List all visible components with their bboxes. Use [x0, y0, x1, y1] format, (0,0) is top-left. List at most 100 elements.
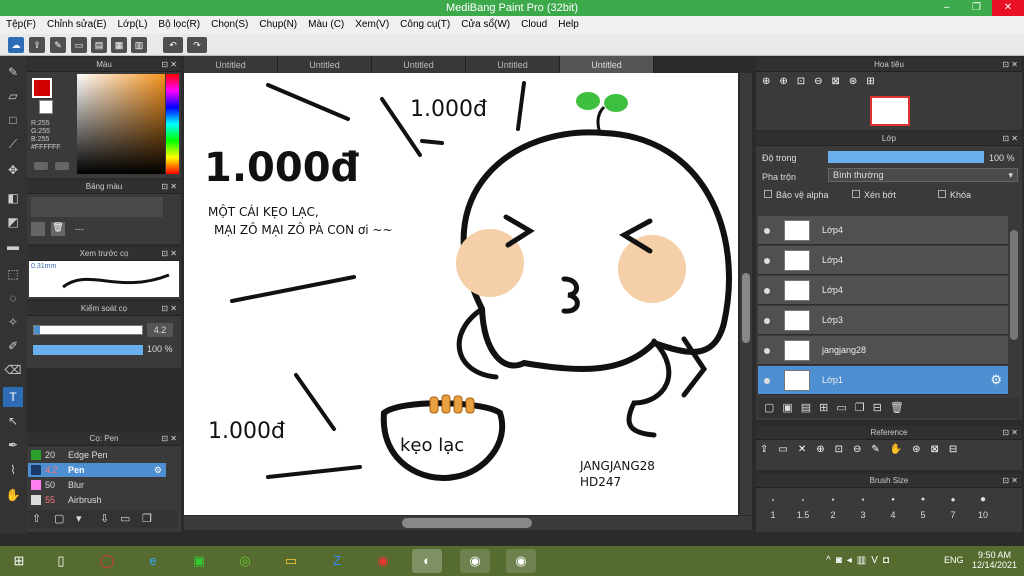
brush-opacity-slider[interactable] [33, 345, 143, 355]
brush-size-cell[interactable]: ● 4 [878, 490, 908, 526]
chrome-icon[interactable]: ◉ [368, 549, 398, 573]
brush-item[interactable]: 55 Airbrush [28, 493, 166, 507]
color-mode-button[interactable] [34, 162, 48, 170]
redo-icon[interactable]: ↷ [187, 37, 207, 53]
select-eraser-icon[interactable]: ⌫ [3, 360, 23, 380]
grid-icon[interactable]: ▦ [111, 37, 127, 53]
drawing-canvas[interactable]: 1.000đ 1.000đ 1.000đ MỘT CÁI KẸO LẠC, MẠ… [184, 73, 738, 515]
clock[interactable]: 9:50 AM 12/14/2021 [972, 550, 1017, 570]
panel-close-icon[interactable]: ⊡ ✕ [1002, 132, 1018, 146]
vertical-scrollbar[interactable] [740, 73, 752, 515]
minimize-button[interactable]: – [944, 0, 950, 16]
panels-icon[interactable]: ▥ [131, 37, 147, 53]
import-brush-icon[interactable]: ⇩ [100, 512, 109, 525]
menu-snap[interactable]: Chụp(N) [259, 16, 297, 34]
brush-item[interactable]: 50 Blur [28, 478, 166, 492]
shape-tool-icon[interactable]: □ [3, 110, 23, 130]
menu-layer[interactable]: Lớp(L) [118, 16, 148, 34]
edge-icon[interactable]: e [138, 549, 168, 573]
navigator-thumbnail[interactable] [870, 96, 910, 126]
chrome-profile-icon[interactable]: ◉ [506, 549, 536, 573]
menu-tools[interactable]: Công cụ(T) [400, 16, 450, 34]
visibility-icon[interactable] [764, 288, 770, 294]
folder-icon[interactable]: ▭ [120, 512, 130, 525]
brush-tool-icon[interactable]: ✎ [3, 62, 23, 82]
tab-untitled[interactable]: Untitled [278, 56, 372, 73]
gear-icon[interactable]: ⚙ [154, 463, 162, 477]
layer-row[interactable]: Lớp3 [758, 306, 1008, 335]
brush-size-cell[interactable]: ● 1.5 [788, 490, 818, 526]
hue-slider[interactable] [166, 74, 179, 174]
brush-size-cell[interactable]: ● 10 [968, 490, 998, 526]
menu-cloud[interactable]: Cloud [521, 16, 547, 34]
brush-size-cell[interactable]: ● 1 [758, 490, 788, 526]
gradient-tool-icon[interactable]: ▬ [3, 236, 23, 256]
tab-untitled[interactable]: Untitled [372, 56, 466, 73]
export-icon[interactable]: ⇪ [29, 37, 45, 53]
panel-close-icon[interactable]: ⊡ ✕ [161, 302, 177, 316]
add-brush-icon[interactable]: ⇧ [32, 512, 41, 525]
layer-actions[interactable]: ▢▣▤⊞▭❐⊟🗑 [758, 398, 1020, 418]
cloud-icon[interactable]: ☁ [8, 37, 24, 53]
brush-size-cell[interactable]: ● 7 [938, 490, 968, 526]
zalo-icon[interactable]: Z [322, 549, 352, 573]
language-indicator[interactable]: ENG [944, 555, 964, 565]
layer-scrollbar[interactable] [1008, 216, 1020, 396]
background-color-swatch[interactable] [39, 100, 53, 114]
visibility-icon[interactable] [764, 258, 770, 264]
brush-item-selected[interactable]: 4.2 Pen ⚙ [28, 463, 166, 477]
visibility-icon[interactable] [764, 348, 770, 354]
system-tray-icons[interactable]: ^◙◂▥V◘ [826, 555, 894, 566]
layer-row[interactable]: Lớp4 [758, 216, 1008, 245]
menu-help[interactable]: Help [558, 16, 579, 34]
menu-view[interactable]: Xem(V) [355, 16, 389, 34]
reference-controls[interactable]: ⇪▭✕⊕⊡⊖✎✋⊛⊠⊟ [760, 444, 1018, 460]
visibility-icon[interactable] [764, 228, 770, 234]
brush-size-cell[interactable]: ● 2 [818, 490, 848, 526]
menu-window[interactable]: Cửa sổ(W) [461, 16, 510, 34]
eyedropper-tool-icon[interactable]: ✒ [3, 435, 23, 455]
layer-opacity-slider[interactable] [828, 151, 984, 163]
windows-start-icon[interactable]: ⊞ [4, 549, 34, 573]
blend-mode-select[interactable]: Bình thường ▾ [828, 168, 1018, 182]
magic-wand-icon[interactable]: ✧ [3, 312, 23, 332]
file-icon[interactable]: ▯ [46, 549, 76, 573]
menu-select[interactable]: Chọn(S) [211, 16, 248, 34]
medibang-icon[interactable]: ◐ [412, 549, 442, 573]
restore-button[interactable]: ❐ [972, 0, 981, 16]
select-pen-icon[interactable]: ✐ [3, 336, 23, 356]
tab-untitled[interactable]: Untitled [466, 56, 560, 73]
eraser-tool-icon[interactable]: ▱ [3, 86, 23, 106]
bucket-tool-icon[interactable]: ◩ [3, 212, 23, 232]
add-palette-icon[interactable] [31, 222, 45, 236]
undo-icon[interactable]: ↶ [163, 37, 183, 53]
brush-size-cell[interactable]: ● 3 [848, 490, 878, 526]
menu-edit[interactable]: Chỉnh sửa(E) [47, 16, 107, 34]
layer-row[interactable]: jangjang28 [758, 336, 1008, 365]
brush-menu-icon[interactable]: ▾ [76, 512, 82, 525]
message-icon[interactable]: ▭ [71, 37, 87, 53]
gear-icon[interactable]: ⚙ [990, 372, 1002, 388]
lock-checkbox[interactable] [938, 190, 946, 198]
horizontal-scrollbar[interactable] [184, 516, 752, 530]
foreground-color-swatch[interactable] [32, 78, 52, 98]
clipping-checkbox[interactable] [852, 190, 860, 198]
visibility-icon[interactable] [764, 318, 770, 324]
store-icon[interactable]: ▣ [184, 549, 214, 573]
new-brush-icon[interactable]: ▢ [54, 512, 64, 525]
comment-icon[interactable]: ✎ [50, 37, 66, 53]
palette-area[interactable] [31, 197, 163, 217]
layer-row[interactable]: Lớp4 [758, 276, 1008, 305]
brush-item[interactable]: 20 Edge Pen [28, 448, 166, 462]
lasso-tool-icon[interactable]: ◌ [3, 288, 23, 308]
protect-alpha-checkbox[interactable] [764, 190, 772, 198]
panel-close-icon[interactable]: ⊡ ✕ [161, 180, 177, 194]
duplicate-icon[interactable]: ❐ [142, 512, 152, 525]
chrome-profile-icon[interactable]: ◉ [460, 549, 490, 573]
color-picker-square[interactable] [77, 74, 165, 174]
text-tool-icon[interactable]: T [3, 387, 23, 407]
color-swap-button[interactable] [55, 162, 69, 170]
page-icon[interactable]: ▤ [91, 37, 107, 53]
navigator-controls[interactable]: ⊕⊕⊡⊖⊠⊛⊞ [762, 76, 962, 92]
brush-size-value[interactable]: 4.2 [147, 323, 173, 337]
